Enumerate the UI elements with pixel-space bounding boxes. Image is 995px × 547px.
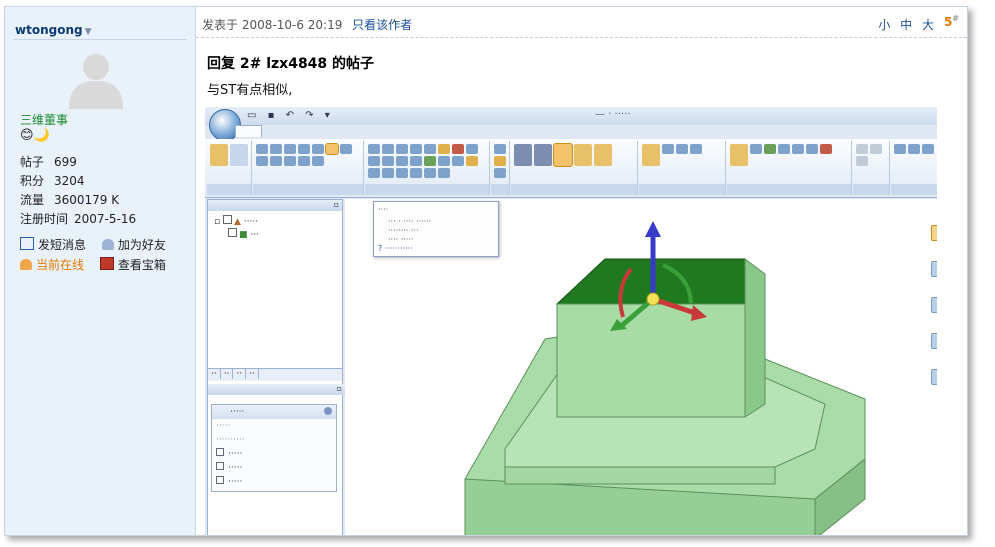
tree-root: ▫ ▲ ····· — [214, 215, 259, 227]
user-rank: 三维董事 — [20, 113, 69, 127]
ribbon-group-sketch — [365, 141, 490, 195]
embedded-screenshot: ▭ ▪ ↶ ↷ ▾ — · ····· ▫ ▫ ▲ ····· ■ ··· ··… — [205, 107, 967, 535]
stat-row-posts: 帖子 699 — [20, 155, 77, 169]
user-online-icon — [20, 259, 32, 270]
add-friend-link[interactable]: 加为好友 — [101, 235, 166, 255]
quick-access-toolbar: ▭ ▪ ↶ ↷ ▾ — · ····· — [205, 107, 967, 125]
add-user-icon — [101, 239, 114, 250]
ribbon-group-select — [253, 141, 364, 195]
user-sidebar: wtongong ▼ 三维董事 😊🌙 帖子 699 积分 3204 流量 3600179… — [5, 7, 196, 535]
quick-access-icons: ▭ ▪ ↶ ↷ ▾ — [247, 110, 334, 121]
pane-tabs: ·· ·· ·· ·· — [208, 368, 342, 381]
ribbon-group-dimension — [491, 141, 510, 195]
help-link[interactable]: ? ··········· — [378, 244, 413, 253]
task-pane-header: ▫ — [208, 384, 345, 395]
post-body: 与ST有点相似, — [207, 83, 293, 98]
command-tooltip: ···· ··· · ···· ······ ········ ··· ···· ·… — [373, 201, 499, 257]
pin-icon: ▫ — [336, 384, 342, 393]
ribbon-group-modify — [511, 141, 638, 195]
ribbon-group-insert — [727, 141, 852, 195]
user-stats: 帖子 699 积分 3204 流量 3600179 K 注册时间 2007-5-16 — [20, 153, 136, 229]
ribbon-tab-active — [235, 125, 262, 137]
ribbon-tab — [267, 126, 298, 137]
online-status: 当前在线 — [20, 255, 84, 275]
envelope-icon — [20, 237, 34, 250]
post-meta: 发表于 2008-10-6 20:19 只看该作者 — [202, 18, 413, 32]
checkbox-icon — [228, 228, 237, 237]
post-header: 发表于 2008-10-6 20:19 只看该作者 小 中 大 5# — [196, 7, 967, 38]
app-title-bar: — · ····· — [595, 109, 631, 120]
feature-tree-pane: ▫ ▫ ▲ ····· ■ ··· ·· ·· ·· ·· ▫ ····· ··… — [207, 199, 345, 535]
pin-icon: ▫ — [333, 200, 339, 209]
stat-row-points: 积分 3204 — [20, 174, 85, 188]
task-box: ····· ····· ·········· ····· ····· ····· — [211, 404, 337, 492]
divider — [13, 39, 187, 40]
pane-header: ▫ — [208, 200, 342, 211]
task-box-header: ····· — [212, 405, 336, 419]
font-size-switch[interactable]: 小 中 大 — [878, 16, 937, 33]
stat-row-registered: 注册时间 2007-5-16 — [20, 212, 137, 226]
ribbon-tabs — [235, 125, 330, 139]
chevron-down-icon[interactable]: ▼ — [85, 27, 92, 37]
floor-number: 5# — [943, 14, 959, 29]
user-actions: 发短消息 加为好友 当前在线 查看宝箱 — [20, 235, 178, 275]
send-message-link[interactable]: 发短消息 — [20, 235, 86, 255]
ribbon-group-assembly — [639, 141, 726, 195]
username[interactable]: wtongong ▼ — [15, 23, 92, 37]
tree-child: ■ ··· — [214, 228, 336, 241]
smile-icon: 😊 — [20, 128, 34, 143]
ribbon-group-options — [853, 141, 890, 195]
emote-icons: 😊🌙 — [20, 128, 50, 143]
stat-row-traffic: 流量 3600179 K — [20, 193, 120, 207]
forum-post-frame: wtongong ▼ 三维董事 😊🌙 帖子 699 积分 3204 流量 3600179… — [4, 6, 968, 536]
ribbon-tab — [303, 126, 328, 137]
feature-tree: ▫ ▲ ····· ■ ··· — [208, 211, 342, 245]
checkbox-icon — [222, 215, 232, 224]
post-title: 回复 2# lzx4848 的帖子 — [207, 56, 375, 72]
ribbon — [205, 139, 967, 198]
view-treasure-link[interactable]: 查看宝箱 — [99, 255, 166, 275]
avatar — [69, 54, 123, 109]
ribbon-group-analysis — [891, 141, 937, 195]
treasure-chest-icon — [99, 257, 114, 270]
author-only-link[interactable]: 只看该作者 — [352, 18, 412, 32]
ribbon-group-clipboard — [207, 141, 252, 195]
torn-edge — [937, 107, 967, 535]
moon-icon: 🌙 — [33, 128, 50, 143]
